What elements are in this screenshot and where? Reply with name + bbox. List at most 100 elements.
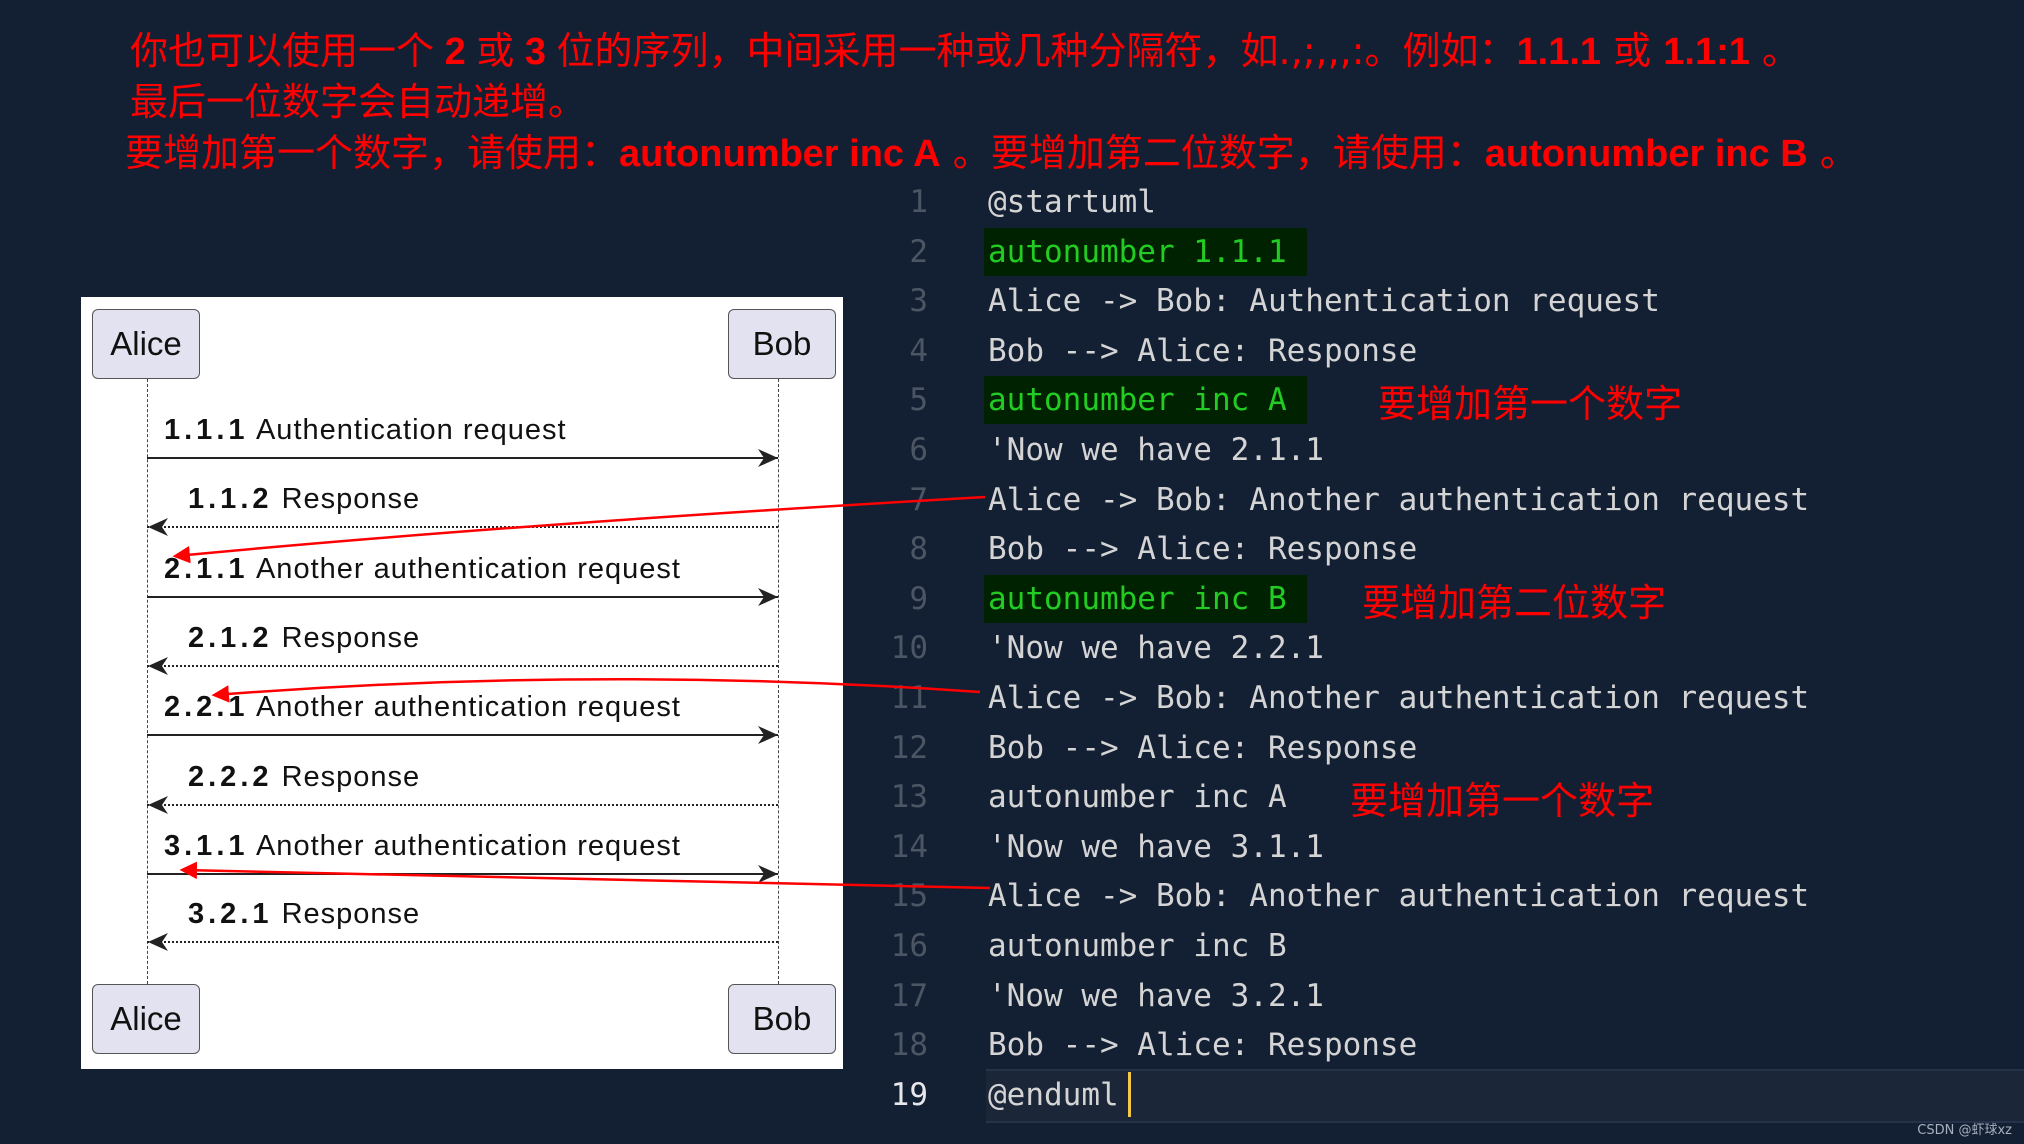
arrowhead-right-icon [758,865,778,883]
heading-text: 位的序列，中间采用一种或几种分隔符，如.,;,,,:。例如： [556,29,1517,73]
message-arrow [147,457,778,459]
message-arrow [147,804,778,806]
code-line[interactable]: 1 @startuml [880,178,2024,226]
code-line[interactable]: 3 Alice -> Bob: Authentication request [880,277,2024,325]
message-text: Authentication request [255,414,567,446]
code-text: autonumber inc B [988,928,1287,964]
line-number: 1 [909,184,928,220]
participant-bob-top: Bob [728,309,836,379]
code-editor[interactable]: 1 @startuml 2 autonumber 1.1.1 3 Alice -> Bob… [880,178,2024,1118]
line-number: 15 [890,878,928,915]
heading-bold: 1.1:1 [1663,31,1750,73]
heading-bold: autonumber inc A [619,133,941,175]
heading-text: 。要增加第二位数字，请使用： [940,131,1485,175]
code-text: 'Now we have 3.2.1 [988,977,1324,1014]
line-number: 18 [890,1027,928,1064]
line-number: 12 [890,729,928,766]
line-number: 2 [909,233,928,270]
participant-alice-top: Alice [92,309,200,379]
watermark: CSDN @虾球xz [1917,1123,2012,1138]
code-line[interactable]: 16 autonumber inc B [880,922,2024,970]
message-number: 1.1.2 [188,483,273,515]
message-number: 1.1.1 [164,414,249,446]
message-arrow [147,596,778,598]
message-label: 3.2.1 Response [188,898,420,931]
code-text: 'Now we have 2.1.1 [988,432,1324,468]
message-arrow [147,526,778,528]
code-line[interactable]: 7 Alice -> Bob: Another authentication re… [880,476,2024,524]
heading-text: 你也可以使用一个 [130,29,435,73]
sequence-diagram: Alice Bob Alice Bob 1.1.1 Authentication… [81,297,843,1069]
code-text: Alice -> Bob: Another authentication req… [988,680,1810,716]
message-arrow [147,941,778,943]
code-text: 'Now we have 2.2.1 [988,630,1324,667]
code-text: Bob --> Alice: Response [988,531,1418,568]
message-arrow [147,873,778,875]
code-line[interactable]: 11 Alice -> Bob: Another authentication r… [880,674,2024,722]
heading-line-1: 你也可以使用一个 2 或 3 位的序列，中间采用一种或几种分隔符，如.,;,,,… [130,26,1800,77]
line-number: 11 [890,680,928,716]
lifeline-alice [147,379,148,984]
heading-bold: 2 [434,31,477,73]
message-text: Another authentication request [255,830,681,862]
heading-bold: 1.1.1 [1516,31,1602,73]
heading-text: 。 [1749,29,1800,73]
message-text: Response [281,761,421,793]
message-number: 3.2.1 [188,898,273,930]
line-number: 3 [909,283,928,320]
code-line[interactable]: 4 Bob --> Alice: Response [880,327,2024,375]
code-text: Alice -> Bob: Another authentication req… [988,878,1810,915]
line-number: 10 [890,630,928,667]
code-line[interactable]: 14 'Now we have 3.1.1 [880,823,2024,871]
message-label: 1.1.1 Authentication request [164,414,567,447]
code-text: autonumber inc A [984,376,1307,425]
line-number: 4 [909,332,928,369]
heading-line-2: 最后一位数字会自动递增。 [130,80,587,124]
code-text: 'Now we have 3.1.1 [988,828,1324,865]
message-number: 2.1.1 [164,553,249,585]
code-line[interactable]: 8 Bob --> Alice: Response [880,525,2024,573]
code-text: Bob --> Alice: Response [988,332,1418,369]
arrowhead-right-icon [758,449,778,467]
message-label: 2.2.2 Response [188,761,420,794]
message-label: 2.2.1 Another authentication request [164,691,681,724]
code-text: autonumber inc B [984,574,1307,623]
message-label: 2.1.2 Response [188,622,420,655]
code-text: Bob --> Alice: Response [988,729,1418,766]
code-line[interactable]: 18 Bob --> Alice: Response [880,1021,2024,1069]
message-arrow [147,665,778,667]
arrowhead-left-icon [148,933,168,951]
code-line[interactable]: 17 'Now we have 3.2.1 [880,972,2024,1020]
code-line[interactable]: 19 @enduml [880,1071,2024,1119]
heading-line-3: 要增加第一个数字，请使用：autonumber inc A 。要增加第二位数字，… [125,128,1858,179]
heading-text: 或 [1601,29,1664,73]
arrowhead-right-icon [758,588,778,606]
code-line[interactable]: 12 Bob --> Alice: Response [880,724,2024,772]
line-number: 8 [909,531,928,568]
code-line[interactable]: 2 autonumber 1.1.1 [880,227,2024,276]
line-number: 9 [909,580,928,617]
code-line[interactable]: 10 'Now we have 2.2.1 [880,624,2024,672]
code-text: Alice -> Bob: Another authentication req… [988,481,1810,518]
heading-bold: 3 [514,31,557,73]
message-number: 2.1.2 [188,622,273,654]
arrowhead-left-icon [148,518,168,536]
message-number: 2.2.1 [164,691,249,723]
annotation-note: 要增加第二位数字 [1362,580,1667,625]
heading-text: 要增加第一个数字，请使用： [125,131,620,175]
code-text: Alice -> Bob: Authentication request [988,283,1660,320]
code-text: @enduml [988,1076,1119,1113]
message-arrow [147,734,778,736]
heading-bold: autonumber inc B [1484,133,1808,175]
code-line[interactable]: 15 Alice -> Bob: Another authentication r… [880,872,2024,920]
arrowhead-left-icon [148,796,168,814]
text-cursor [1128,1072,1131,1117]
message-text: Another authentication request [255,691,681,723]
annotation-note: 要增加第一个数字 [1350,779,1655,824]
code-text: @startuml [988,184,1156,220]
line-number: 17 [890,977,928,1014]
code-text: Bob --> Alice: Response [988,1027,1418,1064]
code-text: autonumber 1.1.1 [984,227,1307,276]
code-line[interactable]: 6 'Now we have 2.1.1 [880,426,2024,474]
message-label: 3.1.1 Another authentication request [164,830,681,863]
